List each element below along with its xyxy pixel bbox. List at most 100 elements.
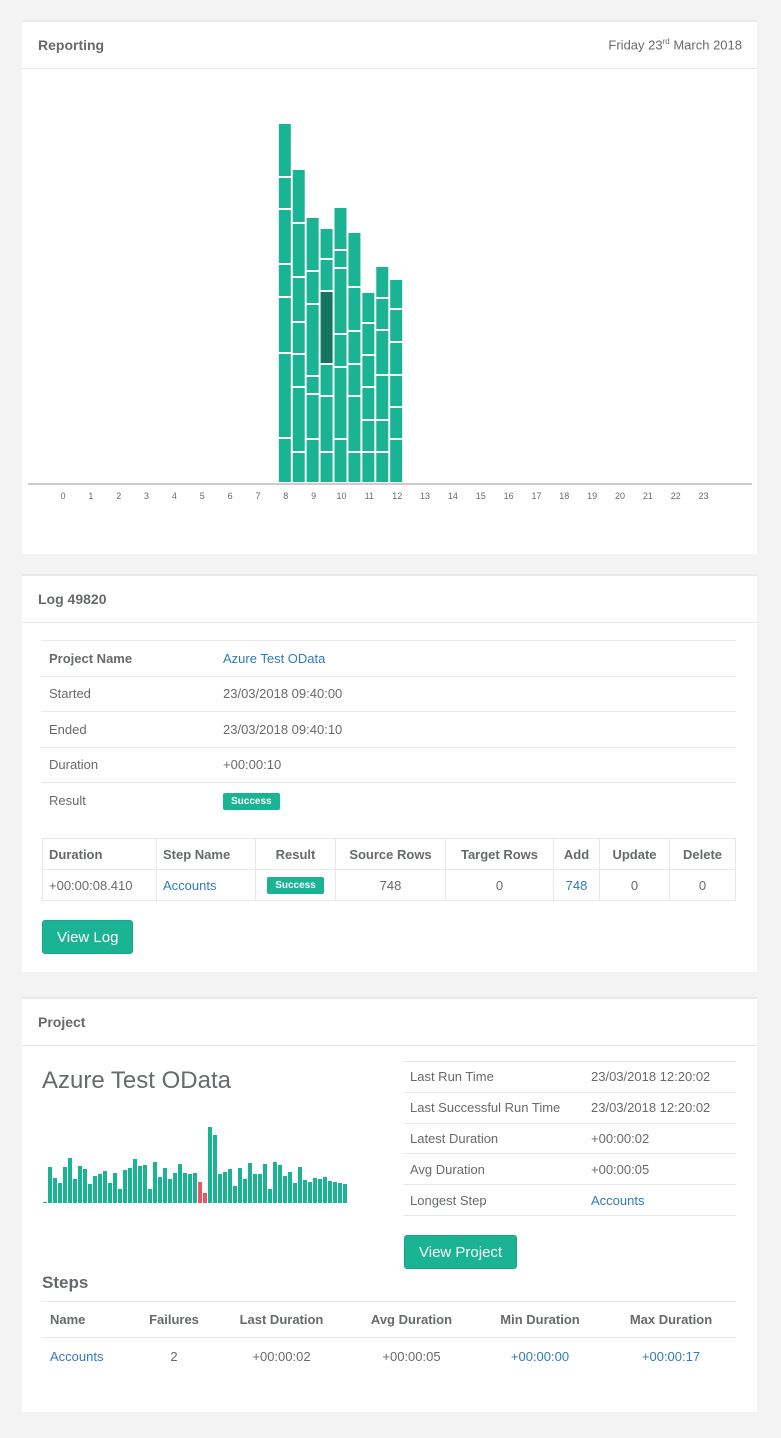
date-ordinal: rd (662, 37, 670, 47)
log-key: Duration (41, 746, 215, 783)
run-segment[interactable] (348, 332, 361, 363)
run-segment[interactable] (348, 365, 361, 395)
run-segment[interactable] (278, 210, 291, 263)
run-segment[interactable] (390, 310, 403, 341)
step-source-rows: 748 (335, 869, 446, 901)
run-segment[interactable] (278, 178, 291, 208)
run-segment[interactable] (362, 453, 375, 482)
x-tick-label: 18 (559, 491, 569, 501)
run-segment[interactable] (362, 421, 375, 451)
col-add: Add (553, 838, 600, 870)
view-project-button[interactable]: View Project (404, 1235, 518, 1269)
step-max-duration-link[interactable]: +00:00:17 (642, 1349, 700, 1364)
steps-heading: Steps (42, 1273, 89, 1292)
run-segment[interactable] (348, 453, 361, 482)
run-segment[interactable] (334, 440, 347, 482)
x-tick-label: 17 (531, 491, 541, 501)
run-segment[interactable] (306, 218, 319, 270)
run-segment[interactable] (362, 356, 375, 386)
step-name-link[interactable]: Accounts (163, 878, 216, 893)
view-log-button[interactable]: View Log (42, 920, 134, 954)
run-segment[interactable] (320, 292, 333, 363)
run-segment[interactable] (390, 408, 403, 438)
sparkline-bar (158, 1177, 162, 1203)
run-segment[interactable] (376, 421, 389, 451)
run-segment[interactable] (306, 440, 319, 482)
project-name-link[interactable]: Azure Test OData (223, 651, 325, 666)
step-failures: 2 (170, 1349, 178, 1365)
run-segment[interactable] (334, 208, 347, 249)
run-segment[interactable] (320, 365, 333, 395)
run-segment[interactable] (278, 124, 291, 176)
run-segment[interactable] (362, 324, 375, 354)
run-segment[interactable] (292, 278, 305, 321)
run-segment[interactable] (278, 265, 291, 296)
run-segment[interactable] (320, 260, 333, 290)
info-value: 23/03/2018 12:20:02 (584, 1091, 736, 1124)
run-segment[interactable] (292, 388, 305, 451)
run-segment[interactable] (334, 368, 347, 438)
col-failures: Failures (134, 1301, 214, 1338)
run-segment[interactable] (292, 323, 305, 353)
run-segment[interactable] (334, 269, 347, 333)
run-segment[interactable] (278, 298, 291, 352)
run-segment[interactable] (376, 267, 389, 297)
run-segment[interactable] (362, 293, 375, 322)
sparkline-bar (233, 1186, 237, 1203)
project-info-table: Last Run Time 23/03/2018 12:20:02 Last Su… (403, 1061, 736, 1216)
step-name-link[interactable]: Accounts (50, 1349, 103, 1364)
run-segment[interactable] (306, 377, 319, 393)
col-duration: Duration (42, 838, 157, 870)
col-last-duration: Last Duration (214, 1301, 349, 1338)
run-segment[interactable] (278, 354, 291, 437)
col-step-name: Step Name (156, 838, 256, 870)
run-segment[interactable] (362, 388, 375, 419)
steps-header-row: Name Failures Last Duration Avg Duration… (42, 1301, 736, 1338)
log-steps-header-row: Duration Step Name Result Source Rows Ta… (42, 838, 736, 870)
run-segment[interactable] (390, 376, 403, 406)
run-segment[interactable] (292, 224, 305, 276)
sparkline-bar (253, 1174, 257, 1203)
run-segment[interactable] (348, 397, 361, 451)
result-badge: Success (223, 792, 280, 810)
step-add-link[interactable]: 748 (566, 878, 588, 893)
run-segment[interactable] (390, 440, 403, 482)
run-segment[interactable] (292, 453, 305, 482)
run-segment[interactable] (376, 331, 389, 374)
run-segment[interactable] (306, 305, 319, 375)
run-segment[interactable] (306, 272, 319, 303)
x-tick-label: 8 (283, 491, 288, 501)
sparkline-bar (98, 1174, 102, 1203)
log-key: Started (41, 675, 215, 712)
run-segment[interactable] (278, 439, 291, 482)
run-segment[interactable] (376, 299, 389, 329)
sparkline-bar (123, 1170, 127, 1203)
log-key: Ended (41, 711, 215, 747)
run-segment[interactable] (376, 453, 389, 482)
date-month-year: March 2018 (669, 37, 742, 53)
info-row: Latest Duration +00:00:02 (403, 1122, 736, 1154)
sparkline-bar (148, 1189, 152, 1203)
run-segment[interactable] (320, 453, 333, 482)
run-segment[interactable] (306, 395, 319, 438)
sparkline-bar (318, 1179, 322, 1203)
run-segment[interactable] (292, 355, 305, 386)
run-segment[interactable] (334, 251, 347, 267)
project-title: Project (38, 1014, 86, 1030)
run-segment[interactable] (320, 397, 333, 451)
run-segment[interactable] (348, 233, 361, 286)
run-segment[interactable] (334, 335, 347, 366)
run-segment[interactable] (390, 280, 403, 308)
longest-step-link[interactable]: Accounts (591, 1193, 644, 1208)
run-segment[interactable] (390, 343, 403, 374)
x-tick-label: 23 (699, 491, 709, 501)
step-min-duration-link[interactable]: +00:00:00 (511, 1349, 569, 1364)
sparkline-bar (163, 1168, 167, 1203)
info-key: Avg Duration (403, 1153, 584, 1185)
run-segment[interactable] (320, 229, 333, 258)
sparkline-bar (313, 1178, 317, 1203)
run-segment[interactable] (376, 376, 389, 419)
run-segment[interactable] (292, 170, 305, 222)
run-segment[interactable] (348, 288, 361, 330)
sparkline-bar (78, 1166, 82, 1203)
